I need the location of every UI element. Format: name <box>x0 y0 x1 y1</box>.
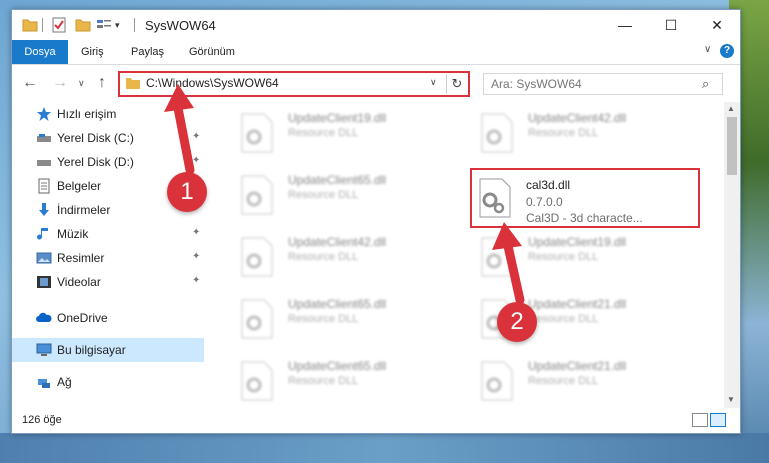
step-1-badge: 1 <box>167 172 207 212</box>
annotation-arrows <box>164 84 525 305</box>
step-2-badge: 2 <box>497 302 537 342</box>
